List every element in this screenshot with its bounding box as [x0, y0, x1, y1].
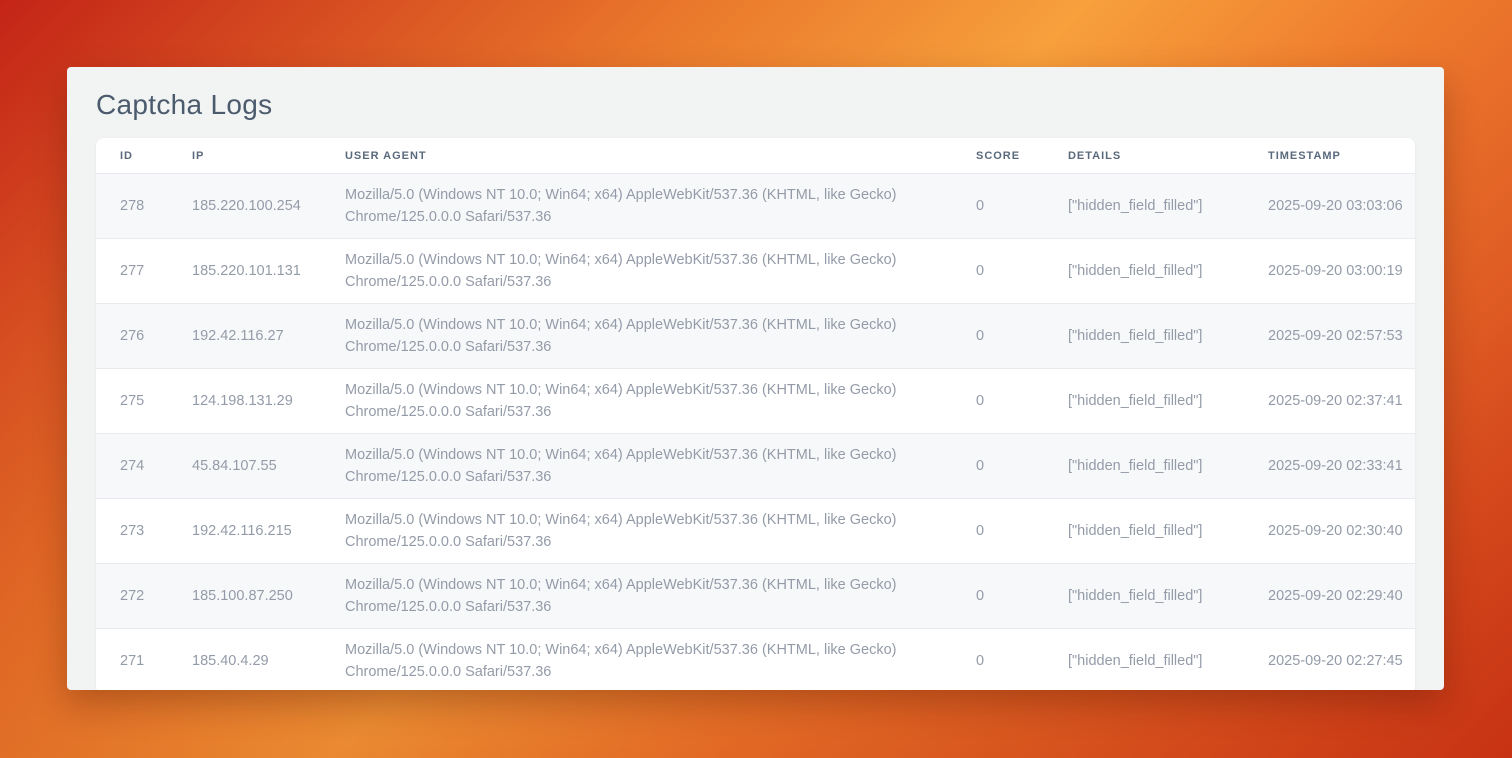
cell-id: 278	[96, 174, 168, 239]
cell-user_agent: Mozilla/5.0 (Windows NT 10.0; Win64; x64…	[321, 564, 952, 629]
cell-timestamp: 2025-09-20 02:29:40	[1244, 564, 1415, 629]
cell-id: 272	[96, 564, 168, 629]
cell-details: ["hidden_field_filled"]	[1044, 304, 1244, 369]
table-row: 271185.40.4.29Mozilla/5.0 (Windows NT 10…	[96, 629, 1415, 691]
column-header-id: ID	[96, 138, 168, 174]
cell-id: 274	[96, 434, 168, 499]
cell-details: ["hidden_field_filled"]	[1044, 369, 1244, 434]
cell-id: 271	[96, 629, 168, 691]
cell-details: ["hidden_field_filled"]	[1044, 629, 1244, 691]
cell-user_agent: Mozilla/5.0 (Windows NT 10.0; Win64; x64…	[321, 304, 952, 369]
cell-ip: 124.198.131.29	[168, 369, 321, 434]
cell-ip: 185.100.87.250	[168, 564, 321, 629]
cell-id: 275	[96, 369, 168, 434]
cell-score: 0	[952, 174, 1044, 239]
cell-timestamp: 2025-09-20 02:33:41	[1244, 434, 1415, 499]
cell-user_agent: Mozilla/5.0 (Windows NT 10.0; Win64; x64…	[321, 434, 952, 499]
table-row: 276192.42.116.27Mozilla/5.0 (Windows NT …	[96, 304, 1415, 369]
cell-ip: 185.40.4.29	[168, 629, 321, 691]
page-title: Captcha Logs	[96, 89, 1415, 121]
cell-user_agent: Mozilla/5.0 (Windows NT 10.0; Win64; x64…	[321, 174, 952, 239]
captcha-logs-card: Captcha Logs IDIPUSER AGENTSCOREDETAILST…	[67, 67, 1444, 690]
cell-user_agent: Mozilla/5.0 (Windows NT 10.0; Win64; x64…	[321, 239, 952, 304]
cell-timestamp: 2025-09-20 02:57:53	[1244, 304, 1415, 369]
table-row: 275124.198.131.29Mozilla/5.0 (Windows NT…	[96, 369, 1415, 434]
cell-user_agent: Mozilla/5.0 (Windows NT 10.0; Win64; x64…	[321, 499, 952, 564]
table-row: 27445.84.107.55Mozilla/5.0 (Windows NT 1…	[96, 434, 1415, 499]
cell-score: 0	[952, 629, 1044, 691]
cell-details: ["hidden_field_filled"]	[1044, 564, 1244, 629]
column-header-details: DETAILS	[1044, 138, 1244, 174]
cell-id: 273	[96, 499, 168, 564]
column-header-timestamp: TIMESTAMP	[1244, 138, 1415, 174]
cell-timestamp: 2025-09-20 02:37:41	[1244, 369, 1415, 434]
cell-timestamp: 2025-09-20 02:27:45	[1244, 629, 1415, 691]
captcha-logs-table: IDIPUSER AGENTSCOREDETAILSTIMESTAMP 2781…	[96, 138, 1415, 690]
column-header-user_agent: USER AGENT	[321, 138, 952, 174]
cell-ip: 45.84.107.55	[168, 434, 321, 499]
cell-details: ["hidden_field_filled"]	[1044, 434, 1244, 499]
cell-ip: 192.42.116.215	[168, 499, 321, 564]
cell-score: 0	[952, 369, 1044, 434]
cell-id: 276	[96, 304, 168, 369]
cell-ip: 185.220.101.131	[168, 239, 321, 304]
cell-score: 0	[952, 564, 1044, 629]
cell-score: 0	[952, 434, 1044, 499]
column-header-ip: IP	[168, 138, 321, 174]
cell-details: ["hidden_field_filled"]	[1044, 239, 1244, 304]
cell-user_agent: Mozilla/5.0 (Windows NT 10.0; Win64; x64…	[321, 369, 952, 434]
cell-score: 0	[952, 304, 1044, 369]
table-row: 272185.100.87.250Mozilla/5.0 (Windows NT…	[96, 564, 1415, 629]
cell-ip: 185.220.100.254	[168, 174, 321, 239]
cell-timestamp: 2025-09-20 03:00:19	[1244, 239, 1415, 304]
cell-score: 0	[952, 239, 1044, 304]
table-row: 278185.220.100.254Mozilla/5.0 (Windows N…	[96, 174, 1415, 239]
cell-details: ["hidden_field_filled"]	[1044, 174, 1244, 239]
cell-ip: 192.42.116.27	[168, 304, 321, 369]
table-row: 273192.42.116.215Mozilla/5.0 (Windows NT…	[96, 499, 1415, 564]
table-header-row: IDIPUSER AGENTSCOREDETAILSTIMESTAMP	[96, 138, 1415, 174]
table-row: 277185.220.101.131Mozilla/5.0 (Windows N…	[96, 239, 1415, 304]
cell-user_agent: Mozilla/5.0 (Windows NT 10.0; Win64; x64…	[321, 629, 952, 691]
logs-table-container: IDIPUSER AGENTSCOREDETAILSTIMESTAMP 2781…	[96, 138, 1415, 690]
cell-timestamp: 2025-09-20 03:03:06	[1244, 174, 1415, 239]
cell-timestamp: 2025-09-20 02:30:40	[1244, 499, 1415, 564]
page-background: Captcha Logs IDIPUSER AGENTSCOREDETAILST…	[0, 0, 1512, 758]
cell-score: 0	[952, 499, 1044, 564]
column-header-score: SCORE	[952, 138, 1044, 174]
cell-details: ["hidden_field_filled"]	[1044, 499, 1244, 564]
cell-id: 277	[96, 239, 168, 304]
